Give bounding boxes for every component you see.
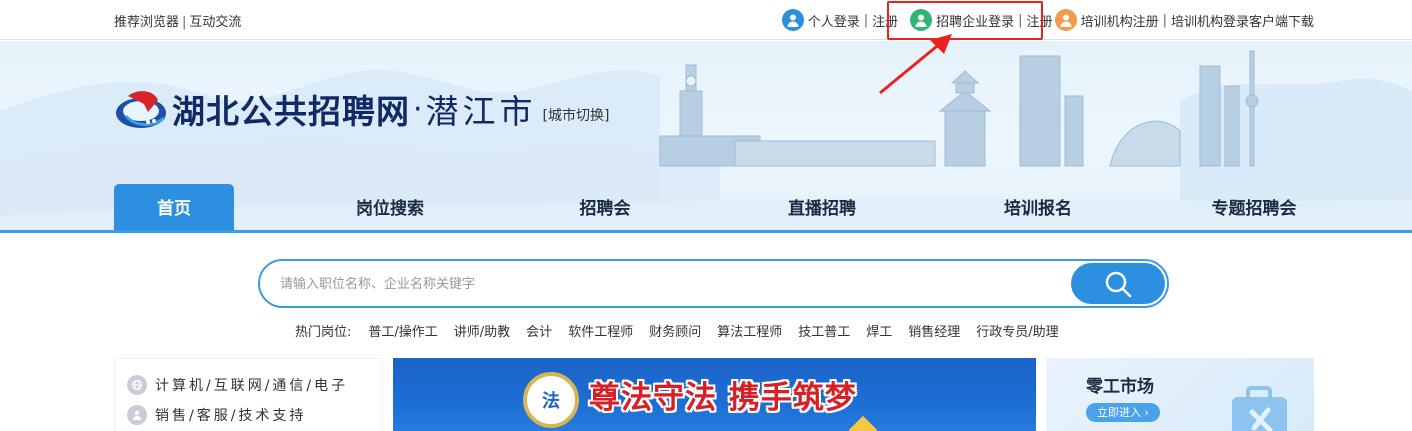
logo-city: 潜江市 [425,92,537,131]
hot-job-link[interactable]: 财务顾问 [649,321,701,340]
decorative-shape [848,415,878,431]
hot-jobs-label: 热门岗位: [295,325,352,340]
law-emblem-icon: 法 [523,372,579,428]
main-nav: 首页 岗位搜索 招聘会 直播招聘 培训报名 专题招聘会 [0,184,1412,233]
globe-icon [127,375,147,395]
hot-job-link[interactable]: 普工/操作工 [368,321,437,340]
separator: | [182,15,187,30]
gig-market-card[interactable]: 零工市场 立即进入 › [1046,358,1314,431]
top-left-links: 推荐浏览器 | 互动交流 [114,11,241,30]
hot-job-link[interactable]: 焊工 [866,321,892,340]
nav-item-home[interactable]: 首页 [114,184,234,231]
nav-item-special-fair[interactable]: 专题招聘会 [1194,184,1314,231]
promo-banner[interactable]: 法 尊法守法 携手筑梦 [393,358,1036,431]
user-icon [910,9,933,31]
company-login-link[interactable]: 招聘企业登录 [936,11,1014,30]
category-label: 计算机/互联网/通信/电子 [155,378,349,394]
site-logo[interactable]: 湖北公共招聘网 · 潜江市 [城市切换] [114,85,609,133]
hot-job-link[interactable]: 软件工程师 [568,321,633,340]
hot-jobs: 热门岗位: 普工/操作工 讲师/助教 会计 软件工程师 财务顾问 算法工程师 技… [295,321,1075,340]
company-group: 招聘企业登录 | 注册 [910,9,1053,31]
nav-underline [0,230,1412,233]
separator: | [1162,12,1167,28]
category-label: 销售/客服/技术支持 [155,408,307,424]
training-login-link[interactable]: 培训机构登录 [1171,11,1249,30]
interactive-link[interactable]: 互动交流 [189,15,241,30]
search-icon [1105,271,1132,297]
category-item-sales[interactable]: 销售/客服/技术支持 [127,405,306,425]
training-register-link[interactable]: 培训机构注册 [1081,11,1159,30]
top-right-links: 个人登录 | 注册 招聘企业登录 | 注册 培训机构注册 | 培训机构登录 客户… [781,8,1314,32]
nav-item-job-search[interactable]: 岗位搜索 [330,184,450,231]
enter-button[interactable]: 立即进入 › [1086,403,1160,422]
search-button[interactable] [1071,263,1165,304]
logo-emblem-icon [116,91,166,128]
hot-job-link[interactable]: 会计 [526,321,552,340]
logo-dot: · [413,91,423,127]
city-switch-link[interactable]: [城市切换] [543,105,610,125]
nav-item-training-signup[interactable]: 培训报名 [978,184,1098,231]
hot-job-link[interactable]: 销售经理 [908,321,960,340]
company-register-link[interactable]: 注册 [1027,11,1053,30]
separator: | [1018,12,1023,28]
recommended-browser-link[interactable]: 推荐浏览器 [114,15,179,30]
hot-job-link[interactable]: 算法工程师 [717,321,782,340]
hot-job-link[interactable]: 讲师/助教 [454,321,510,340]
hot-job-link[interactable]: 行政专员/助理 [976,321,1058,340]
search-bar [258,259,1169,308]
user-icon [781,9,804,31]
personal-register-link[interactable]: 注册 [872,11,898,30]
gig-market-title: 零工市场 [1086,377,1154,397]
separator: | [863,12,869,28]
personal-group: 个人登录 | 注册 [781,9,898,31]
hot-job-link[interactable]: 技工普工 [798,321,850,340]
job-categories: 计算机/互联网/通信/电子 销售/客服/技术支持 [114,358,383,431]
personal-login-link[interactable]: 个人登录 [808,11,860,30]
promo-slogan: 尊法守法 携手筑梦 [589,380,857,416]
training-group: 培训机构注册 | 培训机构登录 客户端下载 [1054,9,1314,31]
nav-item-live-recruit[interactable]: 直播招聘 [762,184,882,231]
search-input[interactable] [280,274,1040,294]
user-icon [1054,9,1077,31]
top-bar: 推荐浏览器 | 互动交流 个人登录 | 注册 招聘企业登录 | 注册 培训机构注册 … [0,0,1412,40]
toolbox-icon [1232,386,1287,431]
city-skyline-illustration [659,50,1259,167]
logo-title: 湖北公共招聘网 [172,92,410,131]
category-item-it[interactable]: 计算机/互联网/通信/电子 [127,375,348,395]
person-icon [127,405,147,425]
client-download-link[interactable]: 客户端下载 [1249,11,1314,30]
nav-item-job-fair[interactable]: 招聘会 [545,184,665,231]
